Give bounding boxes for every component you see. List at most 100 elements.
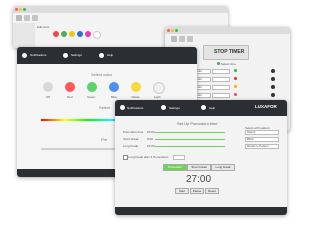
settings-icon[interactable] [161, 105, 166, 110]
close-icon[interactable] [15, 8, 18, 11]
color-option-blue[interactable] [109, 82, 119, 92]
color-select-2[interactable] [212, 77, 230, 82]
nav-bar: Notifications Settings Help LUXAFOR [115, 100, 287, 116]
bell-icon[interactable] [24, 15, 30, 21]
row-color-dot [234, 93, 237, 96]
nav-help[interactable]: Help [209, 106, 215, 110]
pattern-header: Select with pattern [245, 126, 270, 130]
time-slider[interactable] [155, 131, 225, 133]
select-color-heading: Select color [91, 72, 112, 77]
help-icon[interactable] [187, 36, 193, 42]
color-option-yellow-label: Yellow [131, 95, 140, 99]
settings-icon[interactable] [63, 53, 68, 58]
nav-settings[interactable]: Settings [169, 106, 180, 110]
title-bar [13, 6, 228, 13]
time-pattern-select[interactable]: Random Pattern [245, 144, 279, 149]
remove-icon[interactable] [271, 92, 275, 97]
start-label: Start [178, 189, 186, 193]
status-indicator-icon [217, 62, 220, 65]
color-option-off-label: Off [46, 95, 50, 99]
mode-short-break-button[interactable]: Short break [187, 164, 211, 171]
swatch-white[interactable] [93, 31, 101, 39]
color-option-green[interactable] [87, 82, 97, 92]
mode-short-break-label: Short break [191, 165, 207, 169]
gear-icon[interactable] [16, 15, 22, 21]
bell-icon[interactable] [179, 36, 185, 42]
reset-label: Reset [208, 189, 216, 193]
stop-timer-label: STOP TIMER [214, 49, 245, 55]
color-select-2[interactable] [212, 69, 230, 74]
mode-long-break-label: Long break [215, 165, 231, 169]
color-select-2[interactable] [212, 85, 230, 90]
row-color-dot [234, 85, 237, 88]
time-row-value: 15:00 [147, 144, 155, 148]
time-slider[interactable] [155, 145, 225, 147]
time-pattern-select[interactable]: Select [245, 130, 279, 135]
bottom-bar [115, 207, 287, 215]
reset-button[interactable]: Reset [205, 188, 219, 194]
row-color-dot [234, 77, 237, 80]
swatch-green[interactable] [61, 31, 67, 37]
mode-long-break-button[interactable]: Long break [211, 164, 235, 171]
remove-icon[interactable] [271, 68, 275, 73]
color-option-light[interactable] [153, 82, 165, 94]
color-select-2[interactable] [212, 93, 230, 98]
nav-notifications[interactable]: Notifications [30, 53, 46, 57]
swatch-pink[interactable] [85, 31, 91, 37]
long-break-label: Long break after 4 Pomodoros [128, 155, 169, 159]
select-time-label: Select time [221, 62, 236, 66]
remove-icon[interactable] [271, 76, 275, 81]
sidebar [13, 23, 35, 48]
nav-notifications[interactable]: Notifications [127, 106, 143, 110]
stop-timer-button[interactable]: STOP TIMER [203, 45, 249, 60]
row-color-dot [234, 69, 237, 72]
color-option-off[interactable] [43, 82, 53, 92]
time-row: Pomodoro time 25:00 Select [123, 130, 283, 136]
toolbar-icons [171, 36, 201, 44]
swatch-blue[interactable] [77, 31, 83, 37]
time-row: Long break 15:00 Random Pattern [123, 144, 283, 150]
title-bar [165, 27, 290, 34]
start-button[interactable]: Start [175, 188, 189, 194]
pomodoro-window: Notifications Settings Help LUXAFOR Set … [115, 100, 287, 215]
minimize-icon[interactable] [171, 29, 174, 32]
nav-bar: Notifications Settings Help [17, 47, 197, 64]
maximize-icon[interactable] [175, 29, 178, 32]
time-pattern-select[interactable]: Blink [245, 137, 279, 142]
maximize-icon[interactable] [23, 8, 26, 11]
pomodoro-heading: Set Up Pomodoro time [177, 121, 218, 126]
time-row-value: 5:00 [147, 137, 153, 141]
swatch-yellow[interactable] [69, 31, 75, 37]
color-option-red-label: Red [67, 95, 73, 99]
pause-button[interactable]: Pause [190, 188, 204, 194]
time-slider[interactable] [155, 138, 225, 140]
color-option-light-label: Light [154, 95, 161, 99]
time-pattern-value: Select [247, 130, 256, 134]
notifications-icon[interactable] [22, 53, 27, 58]
luxafor-logo: LUXAFOR [255, 104, 277, 109]
remove-icon[interactable] [271, 84, 275, 89]
time-row-label: Short break [123, 137, 139, 141]
edit-color-label: Edit color [37, 25, 50, 29]
minimize-icon[interactable] [19, 8, 22, 11]
time-row-value: 25:00 [147, 130, 155, 134]
toolbar-icons [16, 15, 50, 23]
nav-help[interactable]: Help [107, 53, 113, 57]
help-icon[interactable] [99, 53, 104, 58]
long-break-count[interactable] [173, 155, 185, 160]
pause-label: Pause [192, 189, 202, 193]
time-row-label: Long break [123, 144, 139, 148]
nav-settings[interactable]: Settings [71, 53, 82, 57]
preset-subheading: Pre [101, 137, 108, 142]
notifications-icon[interactable] [120, 105, 125, 110]
help-icon[interactable] [32, 15, 38, 21]
gear-icon[interactable] [171, 36, 177, 42]
color-option-red[interactable] [65, 82, 75, 92]
timer-display: 27:00 [186, 174, 212, 185]
swatch-red[interactable] [53, 31, 59, 37]
help-icon[interactable] [201, 105, 206, 110]
color-option-yellow[interactable] [131, 82, 141, 92]
color-option-blue-label: Blue [111, 95, 118, 99]
mode-pomodoro-button[interactable]: Pomodoro [163, 164, 187, 171]
close-icon[interactable] [167, 29, 170, 32]
